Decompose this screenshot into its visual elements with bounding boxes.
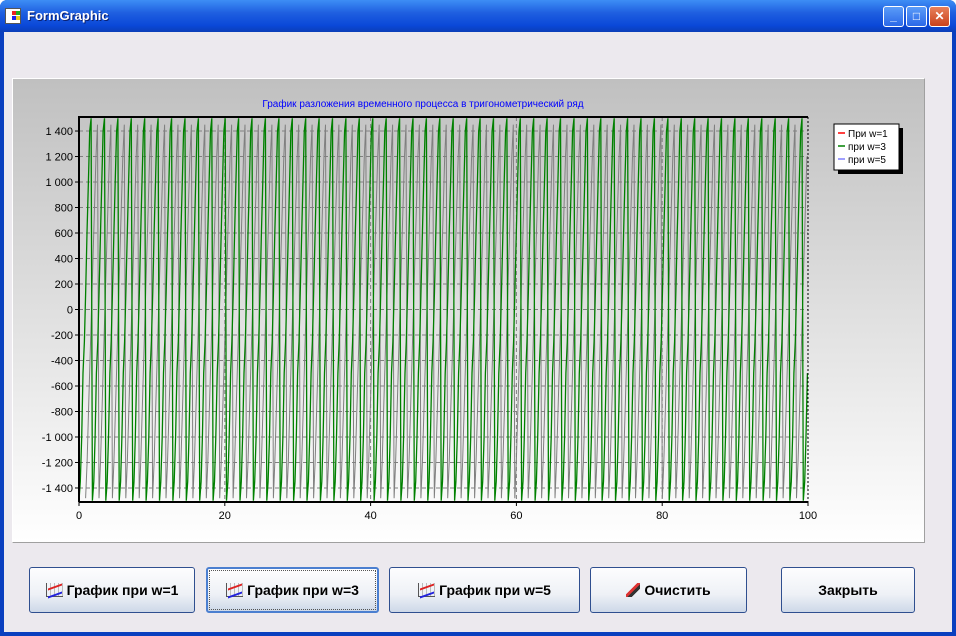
y-tick-label: 400	[55, 254, 73, 266]
window-title: FormGraphic	[27, 8, 109, 23]
y-tick-label: -1 400	[42, 483, 73, 495]
y-tick-label: -1 000	[42, 432, 73, 444]
legend-label: при w=3	[848, 142, 886, 153]
button-label: График при w=1	[66, 582, 179, 598]
x-tick-label: 100	[799, 510, 817, 522]
close-button[interactable]: ✕	[929, 6, 950, 27]
client-area: График разложения временного процесса в …	[4, 32, 952, 632]
chart-icon	[418, 583, 436, 597]
button-label: Закрыть	[818, 582, 878, 598]
y-tick-label: 1 000	[45, 177, 73, 189]
chart-panel: График разложения временного процесса в …	[12, 78, 925, 543]
brush-icon	[626, 583, 641, 597]
button-label: График при w=5	[439, 582, 551, 598]
y-tick-label: -600	[51, 381, 73, 393]
y-tick-label: -1 200	[42, 457, 73, 469]
y-tick-label: -400	[51, 355, 73, 367]
chart: График разложения временного процесса в …	[42, 98, 903, 522]
title-bar[interactable]: FormGraphic _ □ ✕	[0, 0, 956, 32]
y-tick-label: 200	[55, 279, 73, 291]
clear-button[interactable]: Очистить	[590, 567, 747, 613]
legend-label: при w=5	[848, 155, 886, 166]
plot-w3-button[interactable]: График при w=3	[206, 567, 379, 613]
chart-icon	[45, 583, 63, 597]
y-tick-label: -200	[51, 330, 73, 342]
plot-w1-button[interactable]: График при w=1	[29, 567, 195, 613]
y-tick-label: 0	[67, 305, 73, 317]
x-tick-label: 60	[510, 510, 522, 522]
maximize-button[interactable]: □	[906, 6, 927, 27]
y-tick-label: 800	[55, 203, 73, 215]
chart-title: График разложения временного процесса в …	[262, 98, 583, 110]
close-form-button[interactable]: Закрыть	[781, 567, 915, 613]
app-icon[interactable]	[5, 8, 21, 24]
y-tick-label: 1 400	[45, 126, 73, 138]
button-label: Очистить	[644, 582, 711, 598]
window: FormGraphic _ □ ✕ График разложения врем…	[0, 0, 956, 636]
x-tick-label: 80	[656, 510, 668, 522]
y-tick-label: 600	[55, 228, 73, 240]
minimize-button[interactable]: _	[883, 6, 904, 27]
legend-label: При w=1	[848, 129, 888, 140]
chart-icon	[226, 583, 244, 597]
plot-w5-button[interactable]: График при w=5	[389, 567, 580, 613]
button-label: График при w=3	[247, 582, 359, 598]
x-tick-label: 20	[219, 510, 231, 522]
y-tick-label: -800	[51, 406, 73, 418]
x-tick-label: 0	[76, 510, 82, 522]
x-tick-label: 40	[364, 510, 376, 522]
y-tick-label: 1 200	[45, 152, 73, 164]
